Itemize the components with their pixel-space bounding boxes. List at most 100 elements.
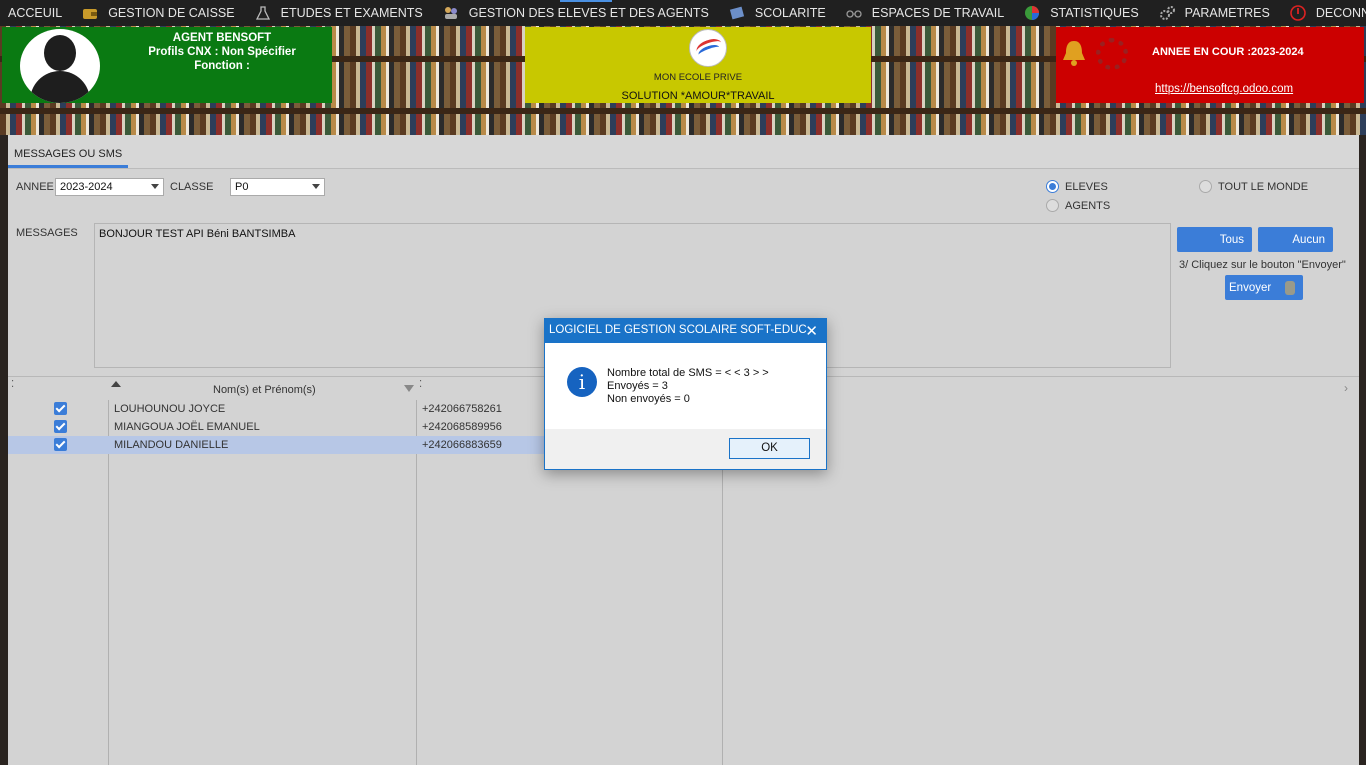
glasses-icon <box>846 5 862 21</box>
cell-name: LOUHOUNOU JOYCE <box>114 403 226 415</box>
message-text: BONJOUR TEST API Béni BANTSIMBA <box>99 228 296 240</box>
agent-name: AGENT BENSOFT <box>172 32 272 44</box>
dialog-message: Nombre total de SMS = < < 3 > > Envoyés … <box>607 367 769 406</box>
menu-accueil-label: ACCEUIL <box>8 6 63 20</box>
dialog-line-total: Nombre total de SMS = < < 3 > > <box>607 367 769 379</box>
menu-etudes[interactable]: ETUDES ET EXAMENTS <box>255 5 423 21</box>
classe-select[interactable]: P0 <box>230 178 325 196</box>
agent-info: AGENT BENSOFT Profils CNX : Non Spécifie… <box>112 31 332 73</box>
cell-phone: +242066883659 <box>422 439 502 451</box>
school-name: MON ECOLE PRIVE <box>653 72 743 83</box>
chevron-right-icon[interactable]: › <box>1344 381 1348 395</box>
menu-gestion-eleves[interactable]: GESTION DES ELEVES ET DES AGENTS <box>443 5 709 21</box>
sort-ascending-icon[interactable] <box>111 381 121 387</box>
flask-icon <box>255 5 271 21</box>
school-motto: SOLUTION *AMOUR*TRAVAIL <box>621 90 775 102</box>
column-divider <box>108 400 109 765</box>
radio-tout-label: TOUT LE MONDE <box>1218 180 1309 193</box>
send-button[interactable]: Envoyer <box>1225 275 1303 300</box>
current-year: ANNEE EN COUR :2023-2024 <box>1152 46 1304 58</box>
dialog-title: LOGICIEL DE GESTION SCOLAIRE SOFT-EDUC <box>549 324 807 336</box>
menu-deconnexion-label: DECONNEXION <box>1315 6 1366 20</box>
people-icon <box>443 5 459 21</box>
menu-etudes-label: ETUDES ET EXAMENTS <box>280 6 423 20</box>
column-header-name[interactable]: Nom(s) et Prénom(s) <box>213 384 316 396</box>
select-all-label: Tous <box>1219 233 1244 246</box>
menu-gestion-caisse[interactable]: GESTION DE CAISSE <box>82 5 235 21</box>
gear-icon <box>1159 5 1175 21</box>
radio-agents[interactable]: AGENTS <box>1046 199 1110 212</box>
dialog-footer: OK <box>545 429 826 469</box>
info-icon: i <box>567 367 597 397</box>
close-icon[interactable]: ✕ <box>805 322 818 340</box>
avatar <box>20 29 100 103</box>
agent-panel: AGENT BENSOFT Profils CNX : Non Spécifie… <box>2 27 332 103</box>
menu-parametres-label: PARAMETRES <box>1184 6 1270 20</box>
menu-parametres[interactable]: PARAMETRES <box>1159 5 1270 21</box>
radio-eleves-label: ELEVES <box>1065 180 1108 193</box>
menu-statistiques-label: STATISTIQUES <box>1050 6 1139 20</box>
agent-fonction: Fonction : <box>194 60 250 72</box>
menu-deconnexion[interactable]: DECONNEXION <box>1290 5 1366 21</box>
menu-gestion-eleves-label: GESTION DES ELEVES ET DES AGENTS <box>468 6 709 20</box>
annee-select[interactable]: 2023-2024 <box>55 178 164 196</box>
annee-value: 2023-2024 <box>60 181 113 193</box>
menu-espaces-travail[interactable]: ESPACES DE TRAVAIL <box>846 5 1004 21</box>
pie-chart-icon <box>1024 5 1040 21</box>
classe-value: P0 <box>235 181 249 193</box>
cell-phone: +242068589956 <box>422 421 502 433</box>
right-edge <box>1359 135 1366 765</box>
radio-unselected-icon <box>1046 199 1059 212</box>
info-dialog: LOGICIEL DE GESTION SCOLAIRE SOFT-EDUC ✕… <box>544 318 827 470</box>
radio-agents-label: AGENTS <box>1065 199 1111 212</box>
tab-messages-sms[interactable]: MESSAGES OU SMS <box>8 145 129 168</box>
school-panel: MON ECOLE PRIVE SOLUTION *AMOUR*TRAVAIL <box>525 27 871 103</box>
send-label: Envoyer <box>1229 281 1272 294</box>
year-panel: ANNEE EN COUR :2023-2024 https://bensoft… <box>1056 27 1364 103</box>
agent-profil: Profils CNX : Non Spécifier <box>148 46 296 58</box>
menu-scolarite[interactable]: SCOLARITE <box>729 5 826 21</box>
radio-eleves[interactable]: ELEVES <box>1046 180 1108 193</box>
filter-icon[interactable] <box>404 385 414 392</box>
select-none-button[interactable]: Aucun <box>1258 227 1333 252</box>
school-logo-icon <box>689 29 727 67</box>
dialog-titlebar: LOGICIEL DE GESTION SCOLAIRE SOFT-EDUC ✕ <box>545 319 826 343</box>
power-icon <box>1290 5 1306 21</box>
menu-scolarite-label: SCOLARITE <box>754 6 826 20</box>
row-checkbox[interactable] <box>54 402 67 415</box>
row-checkbox[interactable] <box>54 420 67 433</box>
send-hint: 3/ Cliquez sur le bouton "Envoyer" <box>1179 259 1346 271</box>
menu-gestion-caisse-label: GESTION DE CAISSE <box>108 6 235 20</box>
dialog-line-unsent: Non envoyés = 0 <box>607 393 690 405</box>
ok-button[interactable]: OK <box>729 438 810 459</box>
drag-grip-icon[interactable]: ⁚ <box>11 379 14 390</box>
cell-name: MILANDOU DANIELLE <box>114 439 229 451</box>
dialog-line-sent: Envoyés = 3 <box>607 380 668 392</box>
drag-grip-icon[interactable]: ⁚ <box>419 379 422 390</box>
chevron-down-icon <box>151 184 159 189</box>
radio-unselected-icon <box>1199 180 1212 193</box>
classe-label: CLASSE <box>170 181 214 193</box>
loading-spinner-icon <box>1096 38 1128 70</box>
main-menu-bar: ACCEUIL GESTION DE CAISSE ETUDES ET EXAM… <box>0 0 1366 26</box>
column-divider <box>416 400 417 765</box>
messages-label: MESSAGES <box>16 227 78 239</box>
tab-strip: MESSAGES OU SMS <box>8 135 1359 169</box>
menu-active-indicator <box>560 0 612 2</box>
menu-accueil[interactable]: ACCEUIL <box>8 6 62 20</box>
radio-selected-icon <box>1046 180 1059 193</box>
left-edge <box>0 135 8 765</box>
select-none-label: Aucun <box>1292 233 1325 246</box>
radio-tout-le-monde[interactable]: TOUT LE MONDE <box>1199 180 1308 193</box>
send-icon <box>1285 280 1295 295</box>
bell-icon[interactable] <box>1060 38 1088 68</box>
website-link[interactable]: https://bensoftcg.odoo.com <box>1155 83 1293 95</box>
chevron-down-icon <box>312 184 320 189</box>
cell-phone: +242066758261 <box>422 403 502 415</box>
cell-name: MIANGOUA JOËL EMANUEL <box>114 421 260 433</box>
menu-statistiques[interactable]: STATISTIQUES <box>1024 5 1139 21</box>
select-all-button[interactable]: Tous <box>1177 227 1252 252</box>
annee-label: ANNEE <box>16 181 54 193</box>
row-checkbox[interactable] <box>54 438 67 451</box>
wallet-icon <box>82 5 98 21</box>
